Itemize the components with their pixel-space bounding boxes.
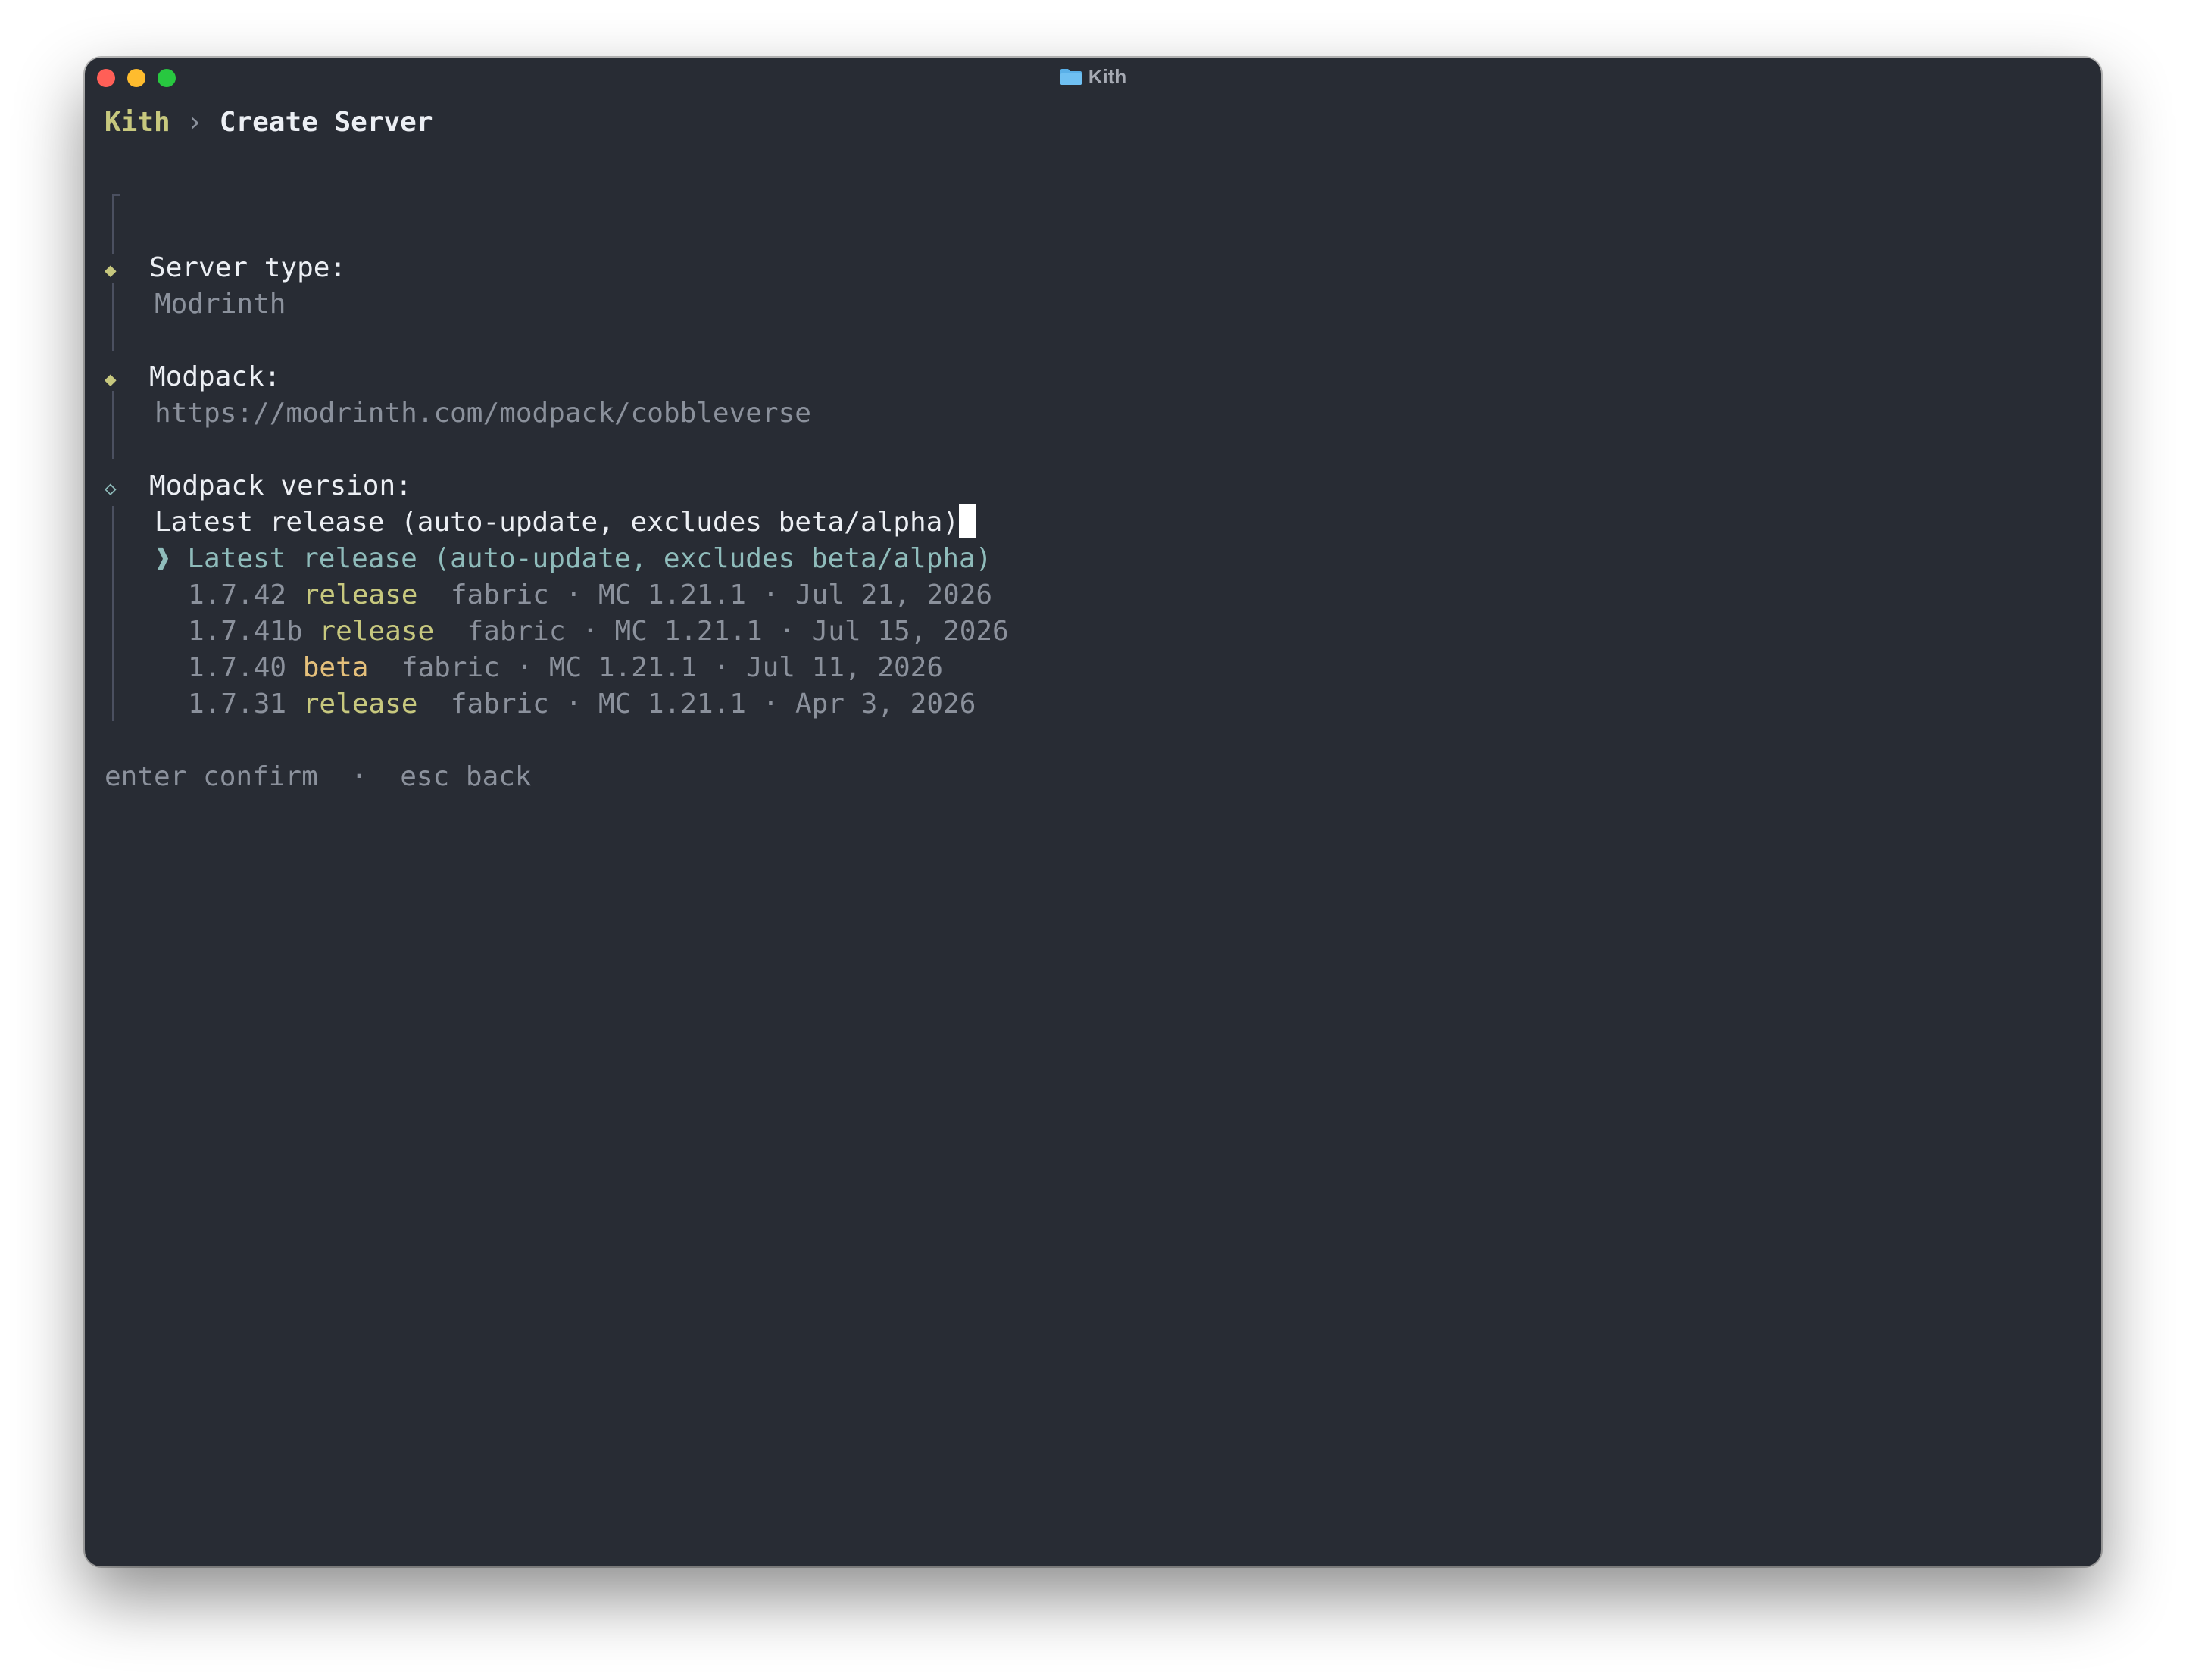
option-channel: beta bbox=[302, 652, 369, 683]
enter-action-hint: confirm bbox=[203, 761, 318, 792]
breadcrumb-current: Create Server bbox=[219, 107, 433, 138]
esc-action-hint: back bbox=[465, 761, 532, 792]
option-version[interactable]: 1.7.41b release fabric · MC 1.21.1 · Jul… bbox=[188, 614, 1009, 650]
modpack-value: https://modrinth.com/modpack/cobbleverse bbox=[155, 398, 811, 429]
title-bar: Kith bbox=[85, 58, 2101, 98]
window-title: Kith bbox=[85, 65, 2101, 89]
folder-icon bbox=[1060, 67, 1082, 86]
breadcrumb-separator: › bbox=[186, 107, 204, 138]
modpack-version-input[interactable]: Latest release (auto-update, excludes be… bbox=[155, 504, 976, 541]
gutter-line bbox=[112, 283, 114, 351]
modpack-version-input-text: Latest release (auto-update, excludes be… bbox=[155, 507, 960, 538]
gutter-line bbox=[112, 506, 114, 721]
server-type-field: ◆ Server type: bbox=[105, 250, 346, 286]
option-channel: release bbox=[319, 616, 435, 647]
option-latest-release[interactable]: ❱ Latest release (auto-update, excludes … bbox=[155, 541, 992, 577]
enter-key-hint: enter bbox=[105, 761, 187, 792]
gutter-line bbox=[112, 194, 114, 254]
option-version-number: 1.7.31 bbox=[188, 689, 287, 720]
key-hints: enter confirm · esc back bbox=[105, 759, 532, 795]
text-cursor bbox=[959, 504, 976, 538]
option-channel: release bbox=[302, 689, 418, 720]
hint-separator: · bbox=[351, 761, 367, 792]
filled-diamond-icon: ◆ bbox=[105, 368, 117, 391]
option-version-number: 1.7.41b bbox=[188, 616, 303, 647]
terminal-content: Kith › Create Server ◆ Server type: Modr… bbox=[105, 58, 1009, 1269]
modpack-version-field: ◇ Modpack version: bbox=[105, 468, 412, 504]
terminal-window: Kith Kith › Create Server ◆ Server type:… bbox=[85, 58, 2101, 1566]
option-label: Latest release (auto-update, excludes be… bbox=[187, 543, 992, 574]
modpack-version-label: Modpack version: bbox=[149, 470, 412, 501]
option-channel: release bbox=[302, 579, 418, 610]
option-meta: fabric · MC 1.21.1 · Jul 21, 2026 bbox=[450, 579, 993, 610]
breadcrumb-root[interactable]: Kith bbox=[105, 107, 170, 138]
modpack-label: Modpack: bbox=[149, 361, 281, 392]
esc-key-hint: esc bbox=[400, 761, 450, 792]
gutter-cap bbox=[112, 194, 120, 196]
chevron-right-icon: ❱ bbox=[155, 543, 171, 574]
hollow-diamond-icon: ◇ bbox=[105, 477, 117, 500]
option-version-number: 1.7.40 bbox=[188, 652, 287, 683]
modpack-field: ◆ Modpack: bbox=[105, 359, 280, 395]
server-type-value: Modrinth bbox=[155, 289, 286, 320]
option-meta: fabric · MC 1.21.1 · Jul 15, 2026 bbox=[467, 616, 1009, 647]
option-version[interactable]: 1.7.31 release fabric · MC 1.21.1 · Apr … bbox=[188, 686, 976, 723]
server-type-label: Server type: bbox=[149, 252, 347, 283]
option-meta: fabric · MC 1.21.1 · Apr 3, 2026 bbox=[450, 689, 976, 720]
option-version[interactable]: 1.7.42 release fabric · MC 1.21.1 · Jul … bbox=[188, 577, 992, 614]
breadcrumb: Kith › Create Server bbox=[105, 105, 433, 141]
filled-diamond-icon: ◆ bbox=[105, 259, 117, 282]
option-version[interactable]: 1.7.40 beta fabric · MC 1.21.1 · Jul 11,… bbox=[188, 650, 943, 686]
gutter-line bbox=[112, 391, 114, 459]
option-meta: fabric · MC 1.21.1 · Jul 11, 2026 bbox=[401, 652, 944, 683]
option-version-number: 1.7.42 bbox=[188, 579, 287, 610]
window-title-text: Kith bbox=[1088, 65, 1127, 88]
